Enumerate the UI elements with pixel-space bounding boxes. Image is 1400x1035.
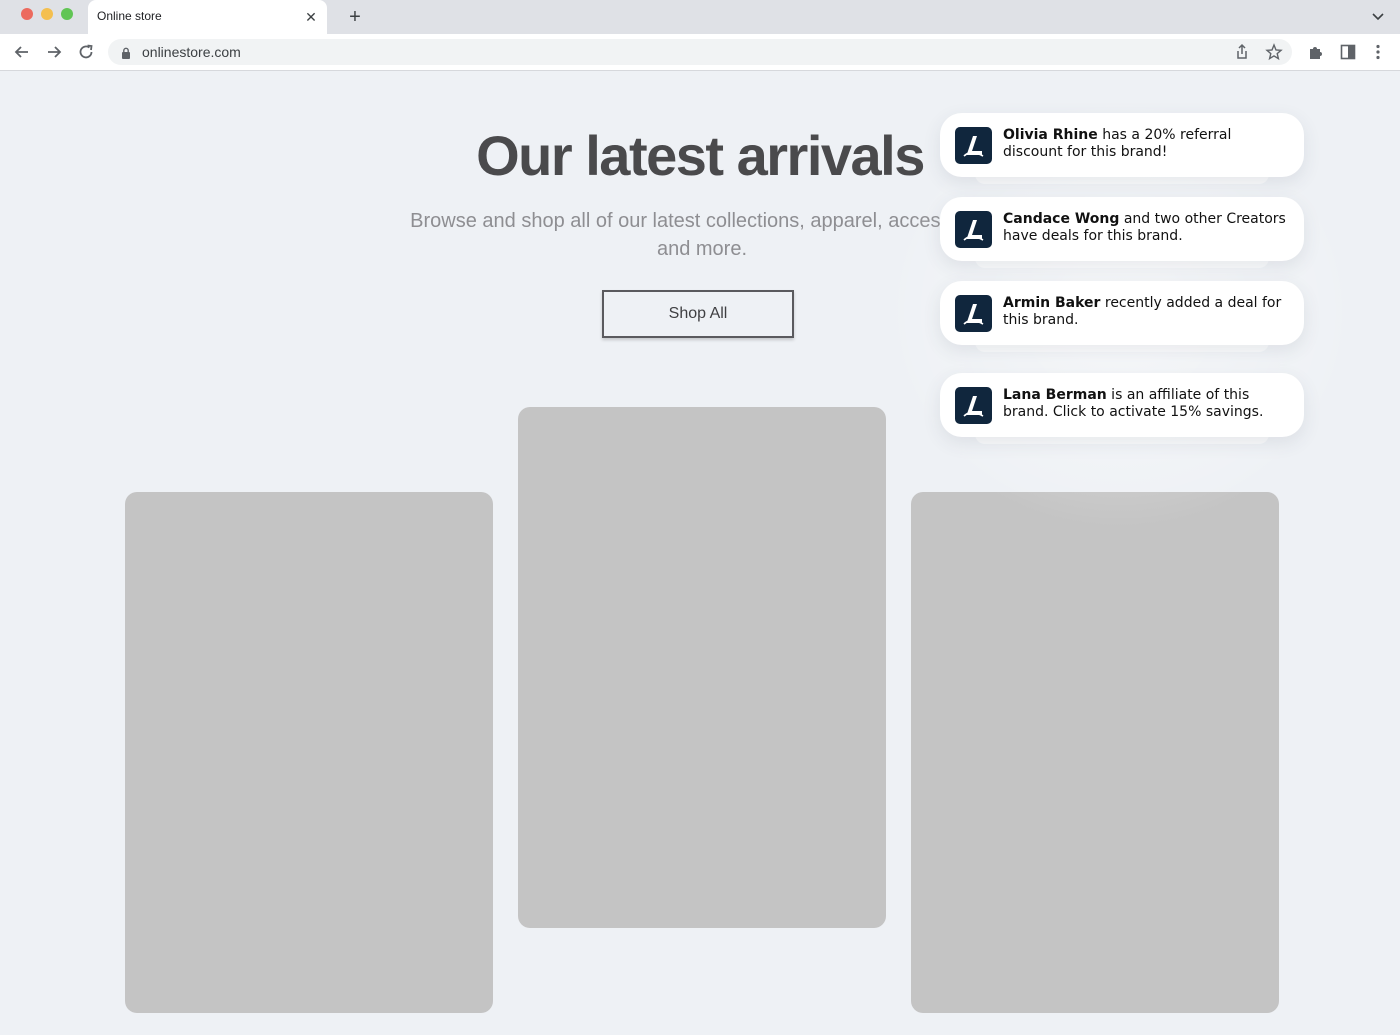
window-minimize-button[interactable]: [41, 8, 53, 20]
plus-icon[interactable]: +: [344, 6, 366, 28]
shop-all-button[interactable]: Shop All: [602, 290, 794, 338]
forward-arrow-icon[interactable]: [44, 42, 64, 62]
browser-toolbar: onlinestore.com: [0, 34, 1400, 71]
creator-name: Lana Berman: [1003, 387, 1107, 403]
back-arrow-icon[interactable]: [12, 42, 32, 62]
creator-name: Candace Wong: [1003, 211, 1120, 227]
product-card-placeholder[interactable]: [125, 492, 493, 1013]
address-bar[interactable]: onlinestore.com: [108, 39, 1292, 65]
notification-card[interactable]: Armin Baker recently added a deal for th…: [940, 281, 1304, 345]
browser-tab-bar: Online store ✕ +: [0, 0, 1400, 34]
notification-text: Armin Baker recently added a deal for th…: [1003, 295, 1293, 329]
product-card-placeholder[interactable]: [911, 492, 1279, 1013]
brand-logo-icon: [955, 211, 992, 248]
creator-name: Olivia Rhine: [1003, 127, 1098, 143]
kebab-menu-icon[interactable]: [1369, 43, 1387, 61]
share-icon[interactable]: [1233, 43, 1251, 61]
creator-name: Armin Baker: [1003, 295, 1101, 311]
browser-tab[interactable]: Online store ✕: [88, 0, 327, 34]
brand-logo-icon: [955, 387, 992, 424]
notification-text: Lana Berman is an affiliate of this bran…: [1003, 387, 1293, 421]
window-maximize-button[interactable]: [61, 8, 73, 20]
star-icon[interactable]: [1265, 43, 1283, 61]
side-panel-icon[interactable]: [1339, 43, 1357, 61]
store-page: Our latest arrivals Browse and shop all …: [0, 71, 1400, 1035]
notification-card[interactable]: Olivia Rhine has a 20% referral discount…: [940, 113, 1304, 177]
tab-title: Online store: [97, 9, 162, 23]
puzzle-icon[interactable]: [1307, 43, 1325, 61]
notification-text: Candace Wong and two other Creators have…: [1003, 211, 1293, 245]
brand-logo-icon: [955, 295, 992, 332]
reload-icon[interactable]: [76, 42, 96, 62]
close-icon[interactable]: ✕: [303, 9, 319, 25]
notification-card[interactable]: Lana Berman is an affiliate of this bran…: [940, 373, 1304, 437]
brand-logo-icon: [955, 127, 992, 164]
chevron-down-icon[interactable]: [1370, 8, 1386, 24]
notification-card[interactable]: Candace Wong and two other Creators have…: [940, 197, 1304, 261]
window-close-button[interactable]: [21, 8, 33, 20]
lock-icon: [120, 46, 132, 59]
product-card-placeholder[interactable]: [518, 407, 886, 928]
notification-text: Olivia Rhine has a 20% referral discount…: [1003, 127, 1293, 161]
url-text: onlinestore.com: [142, 44, 241, 60]
